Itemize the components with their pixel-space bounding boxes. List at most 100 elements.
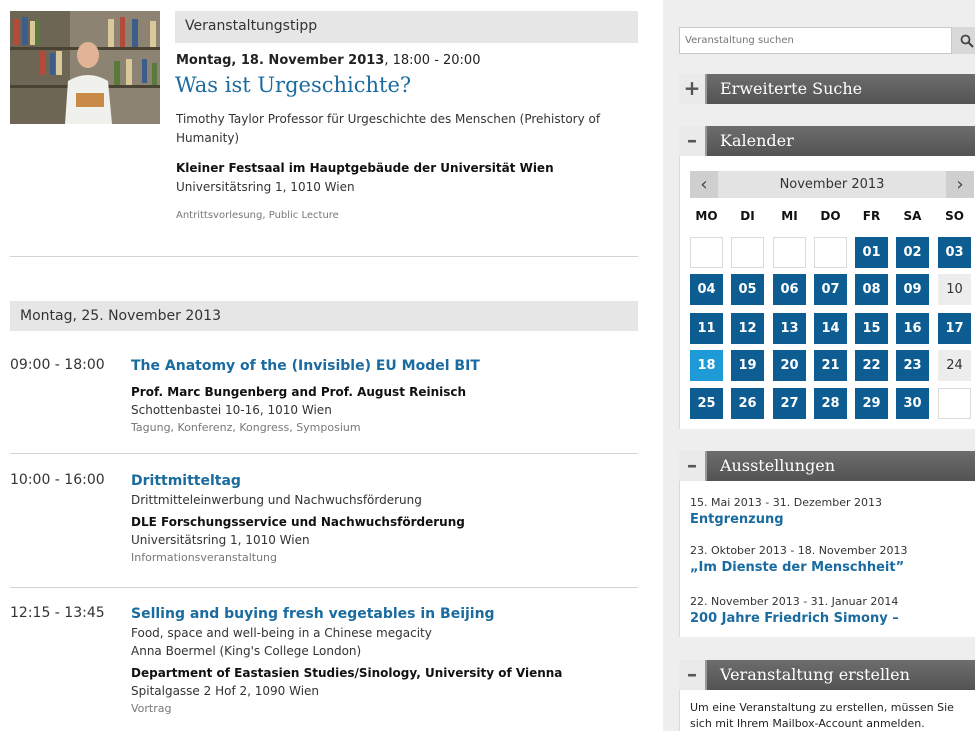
day-heading: Montag, 25. November 2013 [20, 308, 221, 324]
event-tags: Vortrag [131, 702, 172, 715]
weekday-label: SO [945, 209, 964, 223]
calendar-day[interactable]: 03 [938, 237, 971, 268]
weekday-label: SA [903, 209, 922, 223]
calendar-day[interactable]: 12 [731, 313, 764, 344]
divider [10, 453, 638, 454]
calendar-day[interactable]: 13 [773, 313, 806, 344]
calendar-day[interactable]: 07 [814, 274, 847, 305]
collapse-toggle[interactable]: – [679, 126, 707, 156]
calendar-month-label: November 2013 [779, 177, 885, 192]
divider [10, 587, 638, 588]
calendar-nav: ‹ November 2013 › [690, 171, 974, 198]
tip-section-header: Veranstaltungstipp [175, 11, 638, 43]
panel-title: Kalender [720, 131, 794, 150]
calendar-day[interactable]: 26 [731, 388, 764, 419]
calendar-day[interactable]: 17 [938, 313, 971, 344]
calendar-day[interactable]: 19 [731, 350, 764, 381]
event-time: 10:00 - 16:00 [10, 472, 105, 488]
next-month-button[interactable]: › [946, 171, 974, 198]
weekday-label: DI [740, 209, 755, 223]
calendar-day[interactable]: 16 [896, 313, 929, 344]
calendar-day: 24 [938, 350, 971, 381]
event-time: 12:15 - 13:45 [10, 605, 105, 621]
search-box [679, 27, 952, 54]
calendar-day[interactable]: 30 [896, 388, 929, 419]
calendar-empty-cell [814, 237, 847, 268]
event-address: Spitalgasse 2 Hof 2, 1090 Wien [131, 684, 320, 698]
calendar-day[interactable]: 02 [896, 237, 929, 268]
create-event-info: Um eine Veranstaltung zu erstellen, müss… [679, 690, 975, 731]
collapse-toggle[interactable]: – [679, 660, 707, 690]
search-icon [960, 34, 974, 48]
event-organizer: Prof. Marc Bungenberg and Prof. August R… [131, 385, 467, 399]
panel-exhibitions[interactable]: – Ausstellungen [679, 451, 975, 481]
weekday-label: MI [781, 209, 798, 223]
panel-create-event[interactable]: – Veranstaltung erstellen [679, 660, 975, 690]
event-title-link[interactable]: Selling and buying fresh vegetables in B… [131, 605, 631, 624]
calendar-day[interactable]: 21 [814, 350, 847, 381]
tip-tags: Antrittsvorlesung, Public Lecture [176, 210, 339, 221]
calendar-day[interactable]: 28 [814, 388, 847, 419]
calendar-empty-cell [690, 237, 723, 268]
calendar-day[interactable]: 11 [690, 313, 723, 344]
expand-toggle[interactable]: + [679, 74, 707, 104]
calendar-day[interactable]: 14 [814, 313, 847, 344]
calendar-day[interactable]: 06 [773, 274, 806, 305]
calendar-empty-cell [938, 388, 971, 419]
calendar-day[interactable]: 05 [731, 274, 764, 305]
day-header: Montag, 25. November 2013 [10, 301, 638, 331]
calendar-empty-cell [731, 237, 764, 268]
exhibition-title-link[interactable]: „Im Dienste der Menschheit” [690, 560, 904, 575]
chevron-right-icon: › [956, 174, 964, 195]
panel-advanced-search[interactable]: + Erweiterte Suche [679, 74, 975, 104]
divider [10, 256, 638, 257]
panel-calendar[interactable]: – Kalender [679, 126, 975, 156]
calendar-day: 10 [938, 274, 971, 305]
panel-title: Ausstellungen [720, 456, 836, 475]
event-tags: Informationsveranstaltung [131, 551, 277, 564]
calendar-day[interactable]: 04 [690, 274, 723, 305]
sidebar: + Erweiterte Suche – Kalender ‹ November… [663, 0, 975, 731]
event-tags: Tagung, Konferenz, Kongress, Symposium [131, 421, 361, 434]
exhibition-title-link[interactable]: Entgrenzung [690, 512, 784, 527]
event-address: Schottenbastei 10-16, 1010 Wien [131, 403, 332, 417]
calendar-day[interactable]: 15 [855, 313, 888, 344]
tip-time: , 18:00 - 20:00 [384, 53, 481, 68]
calendar-day[interactable]: 01 [855, 237, 888, 268]
tip-venue: Kleiner Festsaal im Hauptgebäude der Uni… [176, 161, 554, 175]
create-event-text: Um eine Veranstaltung zu erstellen, müss… [690, 701, 954, 730]
event-title-link[interactable]: The Anatomy of the (Invisible) EU Model … [131, 357, 631, 376]
calendar-day[interactable]: 09 [896, 274, 929, 305]
speaker-photo[interactable] [10, 11, 160, 124]
exhibitions-list: 15. Mai 2013 - 31. Dezember 2013 Entgren… [679, 481, 975, 637]
tip-title-link[interactable]: Was ist Urgeschichte? [175, 73, 411, 97]
calendar-widget: ‹ November 2013 › MO DI MI DO FR SA SO 01 02 03 04… [679, 156, 975, 429]
panel-title: Veranstaltung erstellen [720, 665, 910, 684]
calendar-day[interactable]: 27 [773, 388, 806, 419]
calendar-day[interactable]: 25 [690, 388, 723, 419]
event-title-link[interactable]: Drittmitteltag [131, 472, 631, 491]
weekday-label: MO [695, 209, 718, 223]
collapse-toggle[interactable]: – [679, 451, 707, 481]
exhibition-dates: 15. Mai 2013 - 31. Dezember 2013 [690, 496, 882, 509]
search-input[interactable] [680, 28, 951, 53]
tip-datetime: Montag, 18. November 2013, 18:00 - 20:00 [176, 53, 480, 68]
event-subtitle: Food, space and well-being in a Chinese … [131, 626, 432, 640]
event-organizer: Department of Eastasien Studies/Sinology… [131, 666, 563, 680]
calendar-empty-cell [773, 237, 806, 268]
event-organizer: DLE Forschungsservice und Nachwuchsförde… [131, 515, 465, 529]
calendar-day[interactable]: 22 [855, 350, 888, 381]
search-button[interactable] [952, 27, 975, 54]
calendar-day-today[interactable]: 18 [690, 350, 723, 381]
calendar-day[interactable]: 23 [896, 350, 929, 381]
calendar-day[interactable]: 08 [855, 274, 888, 305]
calendar-day[interactable]: 29 [855, 388, 888, 419]
event-listing: Veranstaltungstipp Montag, 18. November … [0, 0, 640, 731]
event-address: Universitätsring 1, 1010 Wien [131, 533, 310, 547]
tip-section-label: Veranstaltungstipp [185, 18, 318, 34]
weekday-label: DO [820, 209, 841, 223]
tip-address: Universitätsring 1, 1010 Wien [176, 180, 355, 194]
exhibition-title-link[interactable]: 200 Jahre Friedrich Simony – [690, 611, 899, 626]
panel-title: Erweiterte Suche [720, 79, 863, 98]
calendar-day[interactable]: 20 [773, 350, 806, 381]
